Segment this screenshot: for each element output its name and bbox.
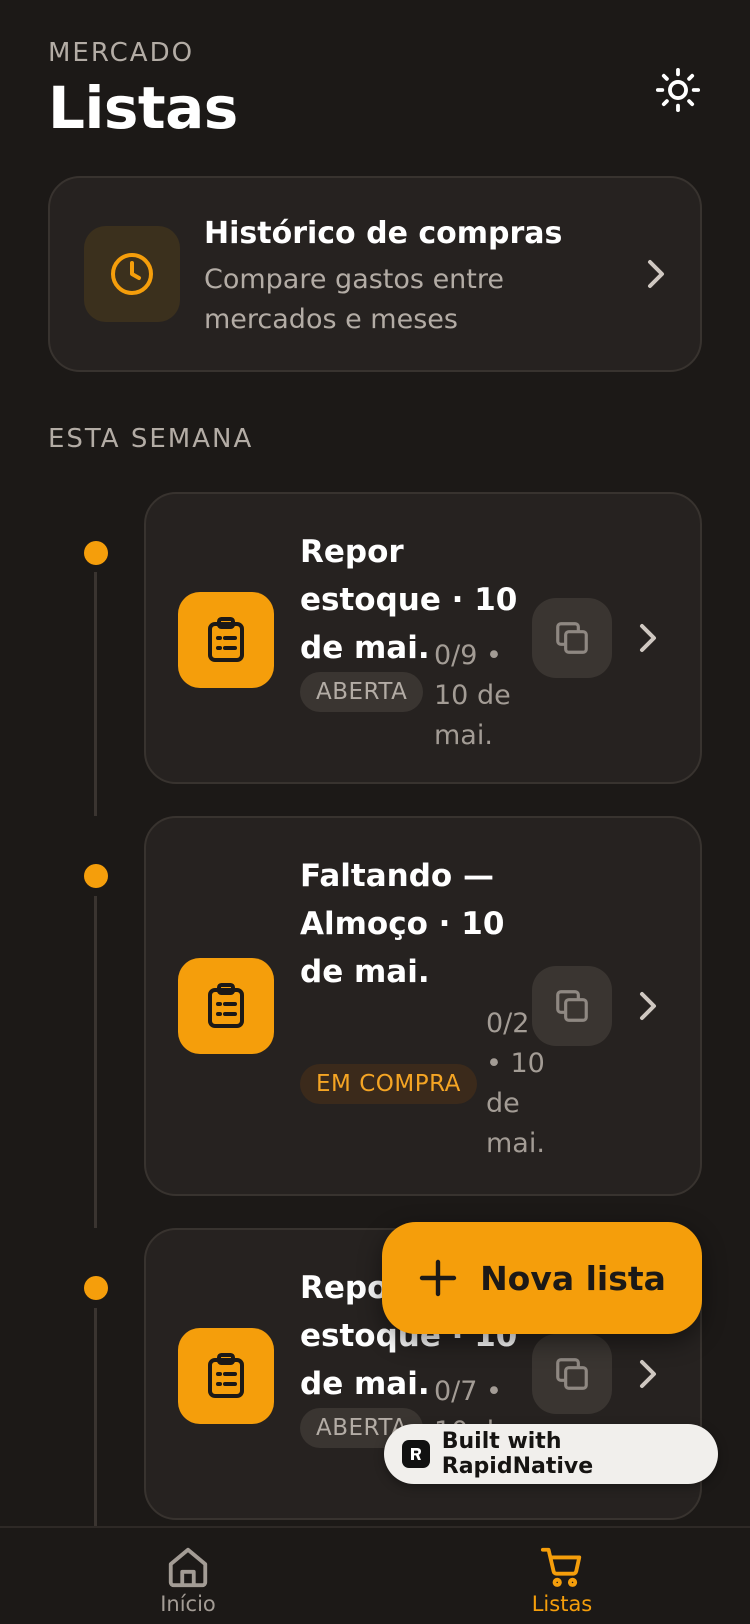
tab-inicio[interactable]: Início	[108, 1544, 268, 1616]
timeline-dot	[84, 541, 108, 565]
status-badge: EM COMPRA	[300, 1064, 477, 1104]
history-title: Histórico de compras	[204, 216, 563, 251]
chevron-right-icon	[642, 258, 670, 294]
lists-screen: MERCADO Listas Histórico de compras Comp…	[0, 0, 750, 1624]
copy-icon	[556, 1358, 588, 1390]
copy-icon	[556, 622, 588, 654]
bottom-tab-bar: Início Listas	[0, 1526, 750, 1624]
tab-listas[interactable]: Listas	[482, 1544, 642, 1616]
purchase-history-card[interactable]: Histórico de compras Compare gastos entr…	[48, 176, 702, 372]
list-meta: 0/9 • 10 de mai.	[434, 640, 511, 751]
clipboard-icon	[208, 983, 244, 1028]
new-list-label: Nova lista	[480, 1258, 666, 1298]
status-badge: ABERTA	[300, 672, 424, 712]
list-card[interactable]: Repor estoque · 10 de mai. ABERTA 0/9 • …	[144, 492, 702, 784]
timeline-line	[94, 1308, 97, 1528]
home-icon	[168, 1547, 208, 1588]
history-icon-tile	[84, 226, 180, 322]
built-with-label: Built with RapidNative	[441, 1429, 594, 1479]
list-icon-tile	[178, 1328, 274, 1424]
clipboard-icon	[208, 617, 244, 662]
new-list-button[interactable]: Nova lista	[382, 1222, 702, 1334]
page-title: Listas	[48, 74, 238, 142]
theme-toggle-button[interactable]	[652, 64, 704, 116]
timeline-line	[94, 572, 97, 816]
duplicate-list-button[interactable]	[532, 1334, 612, 1414]
tab-label: Listas	[531, 1592, 593, 1616]
clock-icon	[111, 253, 153, 295]
clipboard-icon	[208, 1353, 244, 1398]
section-label-this-week: ESTA SEMANA	[48, 424, 254, 454]
rapidnative-logo-icon	[402, 1440, 430, 1468]
list-icon-tile	[178, 592, 274, 688]
list-title: Faltando — Almoço · 10 de mai.	[300, 858, 505, 990]
timeline-line	[94, 896, 97, 1228]
timeline-dot	[84, 864, 108, 888]
page-eyebrow: MERCADO	[48, 38, 195, 68]
list-card[interactable]: Faltando — Almoço · 10 de mai. EM COMPRA…	[144, 816, 702, 1196]
history-subtitle: Compare gastos entre mercados e meses	[204, 264, 504, 335]
chevron-right-icon	[634, 1358, 662, 1394]
cart-icon	[540, 1547, 582, 1587]
chevron-right-icon	[634, 990, 662, 1026]
tab-label: Início	[160, 1592, 216, 1616]
duplicate-list-button[interactable]	[532, 966, 612, 1046]
copy-icon	[556, 990, 588, 1022]
chevron-right-icon	[634, 622, 662, 658]
plus-icon	[419, 1259, 457, 1297]
built-with-badge[interactable]: Built with RapidNative	[384, 1424, 718, 1484]
timeline-dot	[84, 1276, 108, 1300]
sun-icon	[655, 67, 701, 113]
duplicate-list-button[interactable]	[532, 598, 612, 678]
list-icon-tile	[178, 958, 274, 1054]
